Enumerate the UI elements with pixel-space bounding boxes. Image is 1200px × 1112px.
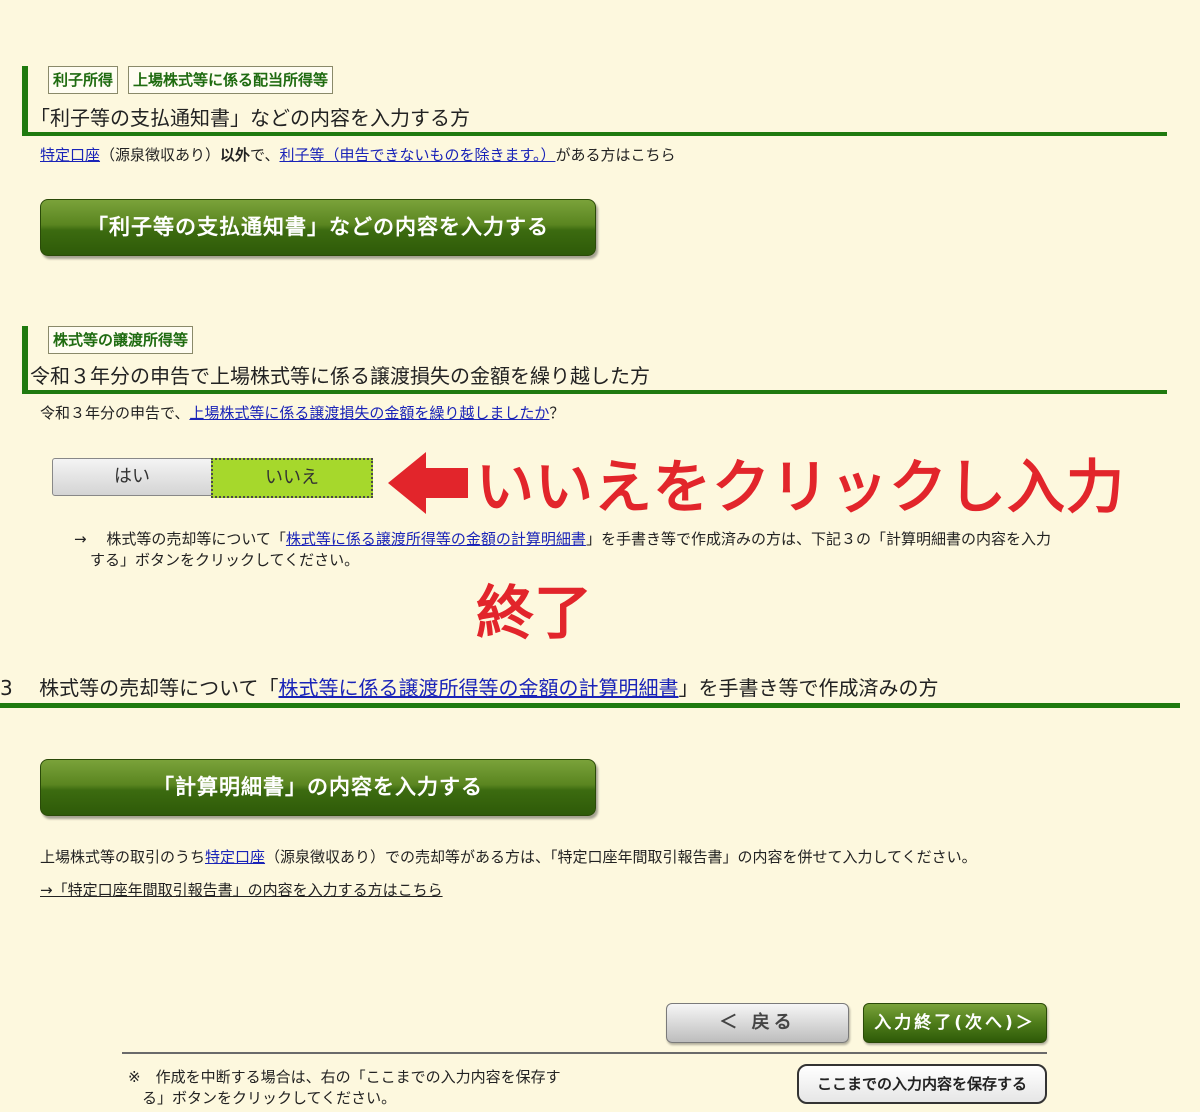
annual-report-link[interactable]: →「特定口座年間取引報告書」の内容を入力する方はこちら	[40, 879, 443, 900]
calc-statement-link[interactable]: 株式等に係る譲渡所得等の金額の計算明細書	[286, 530, 586, 548]
enter-calc-statement-button[interactable]: 「計算明細書」の内容を入力する	[40, 759, 596, 816]
yes-button[interactable]: はい	[52, 458, 212, 496]
section-title: 「利子等の支払通知書」などの内容を入力する方	[30, 106, 470, 130]
section-number: 3	[0, 676, 13, 700]
red-arrow-icon	[388, 452, 468, 514]
carryover-question: 令和３年分の申告で、上場株式等に係る譲渡損失の金額を繰り越しましたか？	[40, 404, 565, 422]
section-divider	[0, 703, 1180, 708]
finish-next-button[interactable]: 入力終了(次へ)＞	[863, 1003, 1047, 1043]
save-progress-button[interactable]: ここまでの入力内容を保存する	[797, 1064, 1047, 1104]
tag-dividend-income: 上場株式等に係る配当所得等	[128, 66, 334, 94]
back-button[interactable]: ＜ 戻る	[666, 1003, 849, 1043]
note-line-2: する」ボタンをクリックしてください。	[90, 551, 360, 569]
arrow-icon: →	[74, 530, 87, 548]
save-note-line-2: る」ボタンをクリックしてください。	[142, 1089, 397, 1107]
carryover-loss-link[interactable]: 上場株式等に係る譲渡損失の金額を繰り越しましたか	[189, 404, 549, 422]
footer-divider	[122, 1052, 1047, 1054]
tokutei-account-link[interactable]: 特定口座	[205, 848, 265, 866]
annotation-instruction: いいえをクリックし入力	[476, 453, 1126, 521]
note-line-1: → 株式等の売却等について「株式等に係る譲渡所得等の金額の計算明細書」を手書き等…	[74, 530, 1051, 548]
tag-interest-income: 利子所得	[48, 66, 119, 94]
section-title: 令和３年分の申告で上場株式等に係る譲渡損失の金額を繰り越した方	[30, 364, 650, 388]
section-description: 特定口座（源泉徴収あり）以外で、利子等（申告できないものを除きます。）がある方は…	[40, 146, 676, 164]
section-title: 3 株式等の売却等について「株式等に係る譲渡所得等の金額の計算明細書」を手書き等…	[0, 676, 939, 700]
save-note-line-1: ※ 作成を中断する場合は、右の「ここまでの入力内容を保存す	[128, 1068, 561, 1086]
tag-stock-transfer-income: 株式等の譲渡所得等	[48, 326, 194, 354]
enter-payment-notice-button[interactable]: 「利子等の支払通知書」などの内容を入力する	[40, 199, 596, 256]
annotation-end: 終了	[476, 579, 593, 647]
interest-link[interactable]: 利子等（申告できないものを除きます。）	[279, 146, 555, 164]
calc-statement-title-link[interactable]: 株式等に係る譲渡所得等の金額の計算明細書	[279, 676, 679, 700]
no-button[interactable]: いいえ	[211, 458, 373, 498]
section-info: 上場株式等の取引のうち特定口座（源泉徴収あり）での売却等がある方は、「特定口座年…	[40, 848, 977, 866]
tokutei-account-link[interactable]: 特定口座	[40, 146, 100, 164]
